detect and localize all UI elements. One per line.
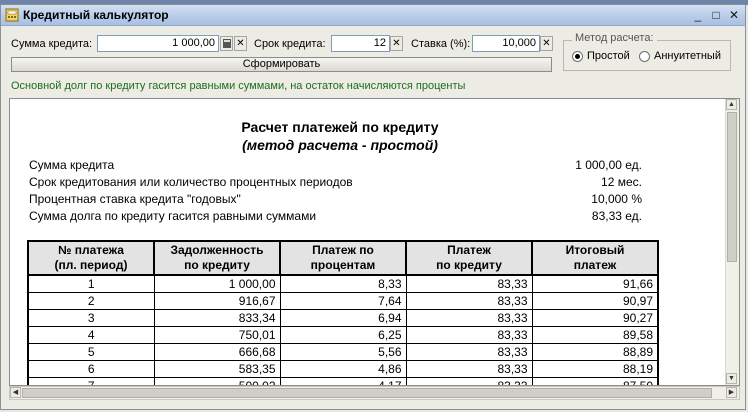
calculator-icon: [223, 39, 231, 48]
cell-interest: 5,56: [279, 343, 407, 361]
cell-debt: 1 000,00: [153, 274, 281, 293]
info-term-value: 12 мес.: [601, 175, 642, 189]
cell-payment-no: 6: [27, 360, 155, 378]
report-horizontal-scrollbar[interactable]: ◀ ▶: [9, 386, 740, 400]
cell-total: 88,89: [531, 343, 659, 361]
info-amount-label: Сумма кредита: [29, 158, 115, 172]
cell-principal: 83,33: [405, 292, 533, 310]
cell-payment-no: 5: [27, 343, 155, 361]
rate-clear-button[interactable]: ✕: [540, 36, 553, 51]
cell-principal: 83,33: [405, 343, 533, 361]
info-rate-label: Процентная ставка кредита "годовых": [29, 192, 241, 206]
method-annuity-radio[interactable]: [639, 51, 650, 62]
report-title: Расчет платежей по кредиту: [241, 119, 439, 135]
term-input[interactable]: 12: [331, 35, 390, 52]
amount-label: Сумма кредита:: [11, 38, 93, 50]
method-description: Основной долг по кредиту гасится равными…: [11, 80, 466, 92]
maximize-button[interactable]: □: [709, 8, 723, 22]
close-button[interactable]: ✕: [727, 8, 741, 22]
method-simple-radio[interactable]: [572, 51, 583, 62]
table-header-row: № платежа (пл. период) Задолженность по кр…: [27, 240, 659, 276]
table-row: 4 750,01 6,25 83,33 89,58: [27, 326, 659, 344]
column-header-total: Итоговый платеж: [531, 240, 659, 276]
rate-label: Ставка (%):: [411, 38, 471, 50]
cell-principal: 83,33: [405, 309, 533, 327]
cell-debt: 500,02: [153, 377, 281, 385]
method-group-title: Метод расчета:: [572, 32, 657, 44]
calculator-button[interactable]: [220, 36, 233, 51]
amount-input[interactable]: 1 000,00: [97, 35, 219, 52]
cell-interest: 4,17: [279, 377, 407, 385]
cell-total: 90,27: [531, 309, 659, 327]
cell-payment-no: 3: [27, 309, 155, 327]
cell-total: 91,66: [531, 274, 659, 293]
horizontal-scroll-thumb[interactable]: [22, 388, 712, 398]
cell-total: 87,50: [531, 377, 659, 385]
table-row: 6 583,35 4,86 83,33 88,19: [27, 360, 659, 378]
cell-principal: 83,33: [405, 360, 533, 378]
column-header-principal: Платеж по кредиту: [405, 240, 533, 276]
method-simple-label[interactable]: Простой: [587, 50, 630, 62]
cell-payment-no: 1: [27, 274, 155, 293]
report-subtitle: (метод расчета - простой): [242, 137, 438, 153]
info-principal-value: 83,33 ед.: [591, 209, 642, 223]
report-area[interactable]: Расчет платежей по кредиту (метод расчет…: [9, 98, 740, 386]
cell-debt: 666,68: [153, 343, 281, 361]
scroll-up-icon[interactable]: ▲: [726, 99, 737, 110]
title-bar[interactable]: Кредитный калькулятор _ □ ✕: [1, 5, 745, 26]
cell-total: 89,58: [531, 326, 659, 344]
cell-principal: 83,33: [405, 377, 533, 385]
table-row: 2 916,67 7,64 83,33 90,97: [27, 292, 659, 310]
generate-button[interactable]: Сформировать: [11, 57, 552, 72]
column-header-interest: Платеж по процентам: [279, 240, 407, 276]
table-row: 3 833,34 6,94 83,33 90,27: [27, 309, 659, 327]
cell-payment-no: 2: [27, 292, 155, 310]
info-rate-value: 10,000 %: [591, 192, 642, 206]
table-row: 7 500,02 4,17 83,33 87,50: [27, 377, 659, 385]
cell-debt: 750,01: [153, 326, 281, 344]
scroll-left-icon[interactable]: ◀: [10, 387, 21, 398]
method-annuity-label[interactable]: Аннуитетный: [654, 50, 721, 62]
scroll-right-icon[interactable]: ▶: [726, 387, 737, 398]
table-row: 5 666,68 5,56 83,33 88,89: [27, 343, 659, 361]
cell-interest: 4,86: [279, 360, 407, 378]
report-vertical-scrollbar[interactable]: ▲ ▼: [725, 99, 739, 385]
term-label: Срок кредита:: [254, 38, 326, 50]
rate-input[interactable]: 10,000: [472, 35, 540, 52]
cell-interest: 8,33: [279, 274, 407, 293]
cell-debt: 916,67: [153, 292, 281, 310]
cell-debt: 833,34: [153, 309, 281, 327]
cell-total: 90,97: [531, 292, 659, 310]
vertical-scroll-thumb[interactable]: [727, 112, 737, 262]
payment-schedule-table: № платежа (пл. период) Задолженность по кр…: [27, 240, 659, 385]
info-amount-value: 1 000,00 ед.: [575, 158, 642, 172]
cell-interest: 6,94: [279, 309, 407, 327]
cell-interest: 7,64: [279, 292, 407, 310]
cell-total: 88,19: [531, 360, 659, 378]
info-principal-label: Сумма долга по кредиту гасится равными с…: [29, 209, 317, 223]
cell-interest: 6,25: [279, 326, 407, 344]
cell-payment-no: 4: [27, 326, 155, 344]
amount-clear-button[interactable]: ✕: [234, 36, 247, 51]
cell-principal: 83,33: [405, 274, 533, 293]
minimize-button[interactable]: _: [691, 8, 705, 22]
cell-payment-no: 7: [27, 377, 155, 385]
cell-principal: 83,33: [405, 326, 533, 344]
scroll-down-icon[interactable]: ▼: [726, 373, 737, 384]
radio-selected-dot: [575, 54, 580, 59]
info-term-label: Срок кредитования или количество процент…: [29, 175, 353, 189]
window-title: Кредитный калькулятор: [23, 8, 169, 22]
column-header-debt: Задолженность по кредиту: [153, 240, 281, 276]
column-header-payment-no: № платежа (пл. период): [27, 240, 155, 276]
app-icon: [5, 8, 19, 22]
cell-debt: 583,35: [153, 360, 281, 378]
term-clear-button[interactable]: ✕: [390, 36, 403, 51]
table-row: 1 1 000,00 8,33 83,33 91,66: [27, 274, 659, 293]
